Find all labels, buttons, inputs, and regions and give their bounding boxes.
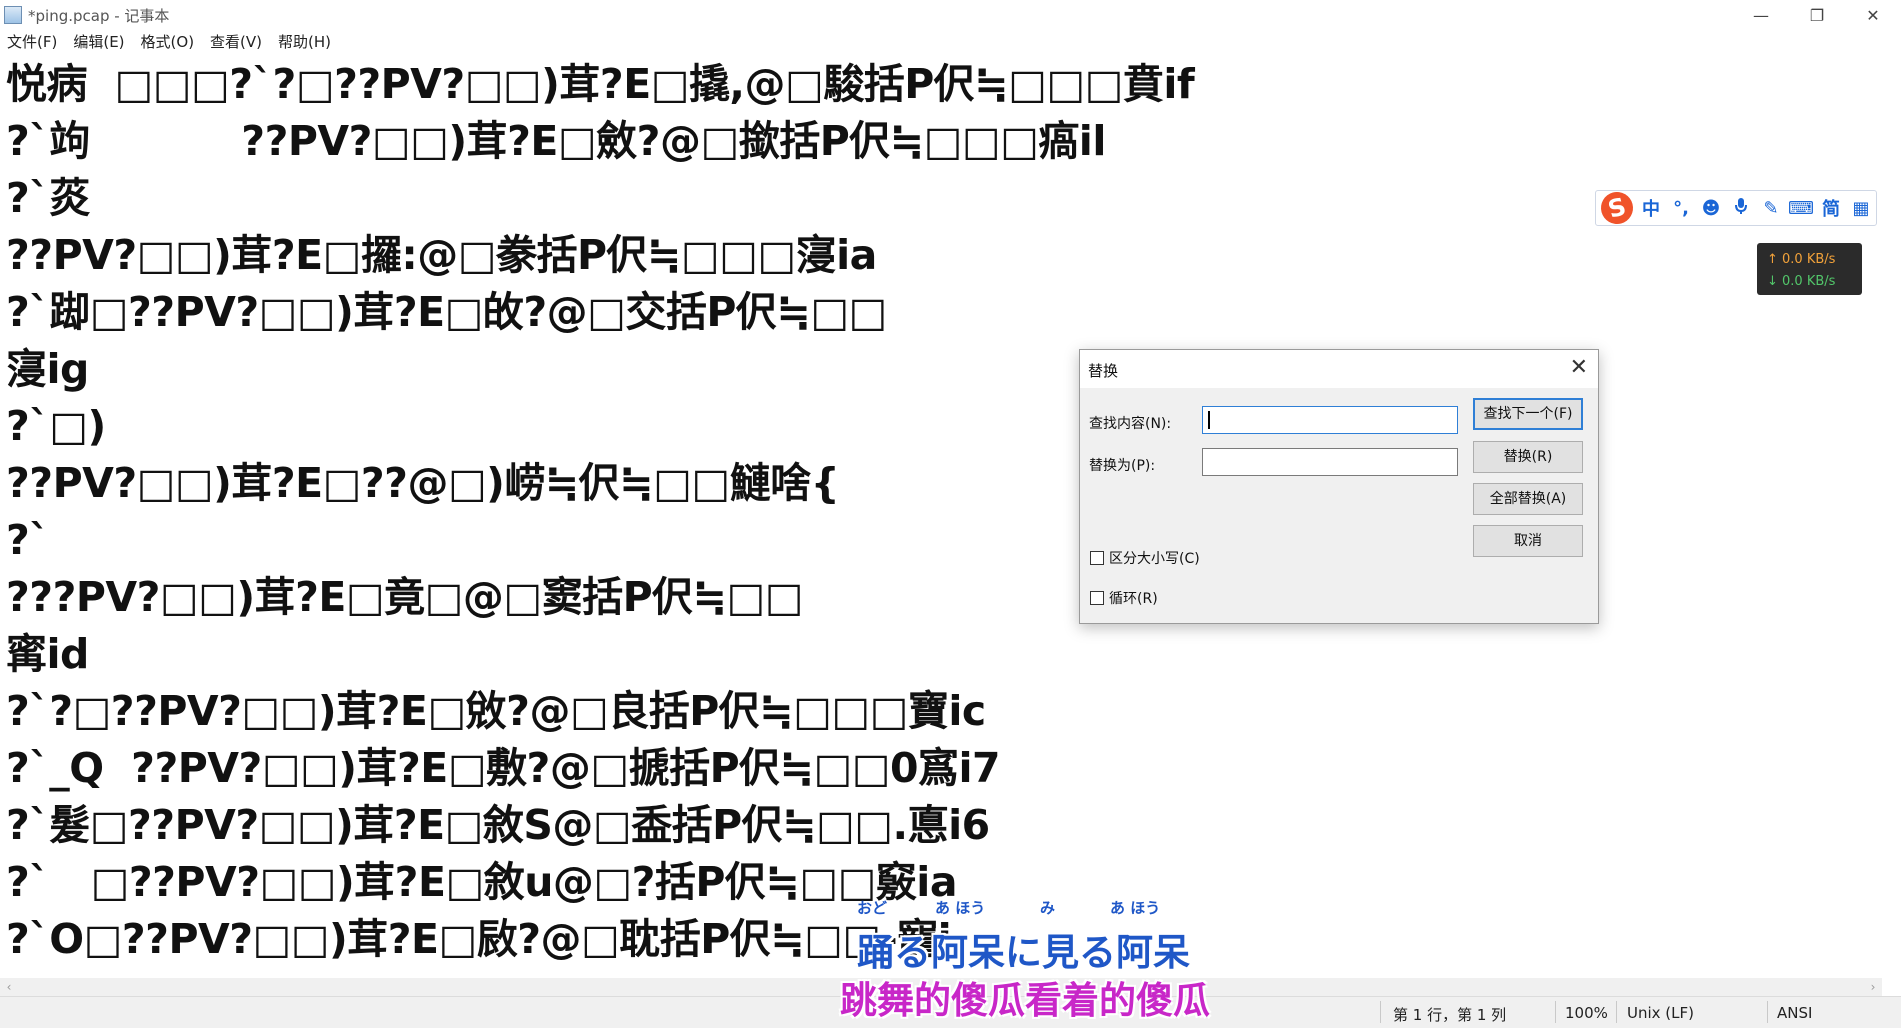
subtitle-chinese: 跳舞的傻瓜看着的傻瓜	[840, 979, 1210, 1022]
window-controls: — ❐ ✕	[1733, 0, 1901, 30]
menu-help[interactable]: 帮助(H)	[271, 31, 340, 52]
dialog-title: 替换	[1088, 362, 1119, 380]
cursor-position: 第 1 行，第 1 列	[1393, 1006, 1507, 1024]
vertical-scrollbar[interactable]	[1882, 52, 1901, 976]
restore-button[interactable]: ❐	[1789, 0, 1845, 30]
editor-line: ?`菼	[6, 174, 90, 222]
text-caret	[1208, 411, 1210, 429]
editor-line: ?`竘 ??PV?□□)茸?E□斂?@□撳括P伬≒□□□瘑il	[6, 117, 1106, 165]
editor-line: 悦病 □□□?`?□??PV?□□)茸?E□撬,@□駿括P伬≒□□□賁if	[6, 60, 1195, 108]
subtitle-ruby: あ ほう	[935, 899, 986, 917]
menu-edit[interactable]: 编辑(E)	[66, 31, 133, 52]
checkbox-box[interactable]	[1090, 591, 1104, 605]
close-window-button[interactable]: ✕	[1845, 0, 1901, 30]
match-case-checkbox[interactable]: 区分大小写(C)	[1090, 548, 1200, 568]
ime-toolbar: S 中 °, ☻ ✎ ⌨ 简 ▦	[1595, 188, 1877, 228]
replace-input[interactable]	[1202, 448, 1458, 476]
menu-view[interactable]: 查看(V)	[203, 31, 271, 52]
status-separator	[1380, 1001, 1381, 1023]
editor-line: ?`	[6, 516, 50, 564]
close-icon[interactable]: ✕	[1570, 355, 1588, 380]
net-speed-widget: ↑ 0.0 KB/s ↓ 0.0 KB/s	[1757, 243, 1862, 295]
replace-dialog: 替换 ✕ 查找内容(N): 替换为(P): 查找下一个(F) 替换(R) 全部替…	[1079, 349, 1599, 624]
find-label: 查找内容(N):	[1089, 416, 1172, 432]
checkbox-box[interactable]	[1090, 551, 1104, 565]
punctuation-icon[interactable]: °,	[1666, 198, 1696, 219]
keyboard-icon[interactable]: ⌨	[1786, 198, 1816, 219]
editor-line: ?`O□??PV?□□)茸?E□敐?@□耽括P伬≒□□-寵i	[6, 915, 952, 963]
sogou-logo-icon[interactable]: S	[1597, 188, 1637, 228]
menu-bar: 文件(F) 编辑(E) 格式(O) 查看(V) 帮助(H)	[0, 30, 340, 52]
editor-line: ?`?□??PV?□□)茸?E□敓?@□良括P伬≒□□□寶ic	[6, 687, 986, 735]
upload-speed: ↑ 0.0 KB/s	[1767, 252, 1836, 267]
subtitle-ruby: み	[1040, 899, 1056, 917]
editor-line: 寖ig	[6, 345, 89, 393]
chinese-mode-icon[interactable]: 中	[1636, 195, 1666, 221]
find-next-button[interactable]: 查找下一个(F)	[1473, 398, 1583, 430]
subtitle-ruby: おど	[857, 899, 888, 917]
replace-button[interactable]: 替换(R)	[1473, 441, 1583, 473]
dialog-title-bar[interactable]: 替换 ✕	[1080, 350, 1598, 388]
replace-label: 替换为(P):	[1089, 458, 1156, 474]
status-separator	[1767, 1001, 1768, 1023]
editor-line: ?` □??PV?□□)茸?E□敘u@□?括P伬≒□□竅ia	[6, 858, 958, 906]
status-separator	[1616, 1001, 1617, 1023]
editor-line: ?`踋□??PV?□□)茸?E□敀?@□交括P伬≒□□	[6, 288, 887, 336]
window-title: *ping.pcap - 记事本	[28, 6, 170, 25]
zoom-level: 100%	[1565, 1004, 1608, 1022]
status-separator	[1555, 1001, 1556, 1023]
title-bar: *ping.pcap - 记事本 — ❐ ✕	[0, 0, 1901, 30]
encoding: ANSI	[1777, 1004, 1813, 1022]
minimize-button[interactable]: —	[1733, 0, 1789, 30]
editor-line: ?`_Q ??PV?□□)茸?E□敷?@□搋括P伬≒□□0寪i7	[6, 744, 1001, 792]
subtitle-ruby: あ ほう	[1110, 899, 1161, 917]
cancel-button[interactable]: 取消	[1473, 525, 1583, 557]
editor-line: ?`髮□??PV?□□)茸?E□敘S@□盉括P伬≒□□.悳i6	[6, 801, 990, 849]
replace-all-button[interactable]: 全部替换(A)	[1473, 483, 1583, 515]
editor-line: 寗id	[6, 630, 89, 678]
editor-line: ???PV?□□)茸?E□竟□@□窦括P伬≒□□	[6, 573, 804, 621]
editor-line: ??PV?□□)茸?E□??@□)崂≒伬≒□□鰱啥{	[6, 459, 840, 507]
microphone-icon[interactable]	[1726, 197, 1756, 220]
subtitle-japanese: 踊る阿呆に見る阿呆	[857, 931, 1190, 974]
menu-format[interactable]: 格式(O)	[134, 31, 204, 52]
menu-file[interactable]: 文件(F)	[0, 31, 66, 52]
line-ending: Unix (LF)	[1627, 1004, 1694, 1022]
grid-menu-icon[interactable]: ▦	[1846, 198, 1876, 219]
find-input[interactable]	[1202, 406, 1458, 434]
wrap-around-checkbox[interactable]: 循环(R)	[1090, 588, 1158, 608]
simplified-icon[interactable]: 简	[1816, 195, 1846, 221]
emoji-icon[interactable]: ☻	[1696, 198, 1726, 219]
editor-line: ?`□)	[6, 402, 106, 450]
notepad-app-icon	[4, 6, 22, 24]
download-speed: ↓ 0.0 KB/s	[1767, 274, 1836, 289]
handwriting-icon[interactable]: ✎	[1756, 198, 1786, 219]
scroll-right-icon[interactable]: ›	[1864, 980, 1882, 994]
editor-line: ??PV?□□)茸?E□攞:@□豢括P伬≒□□□寖ia	[6, 231, 877, 279]
scroll-left-icon[interactable]: ‹	[0, 980, 18, 994]
